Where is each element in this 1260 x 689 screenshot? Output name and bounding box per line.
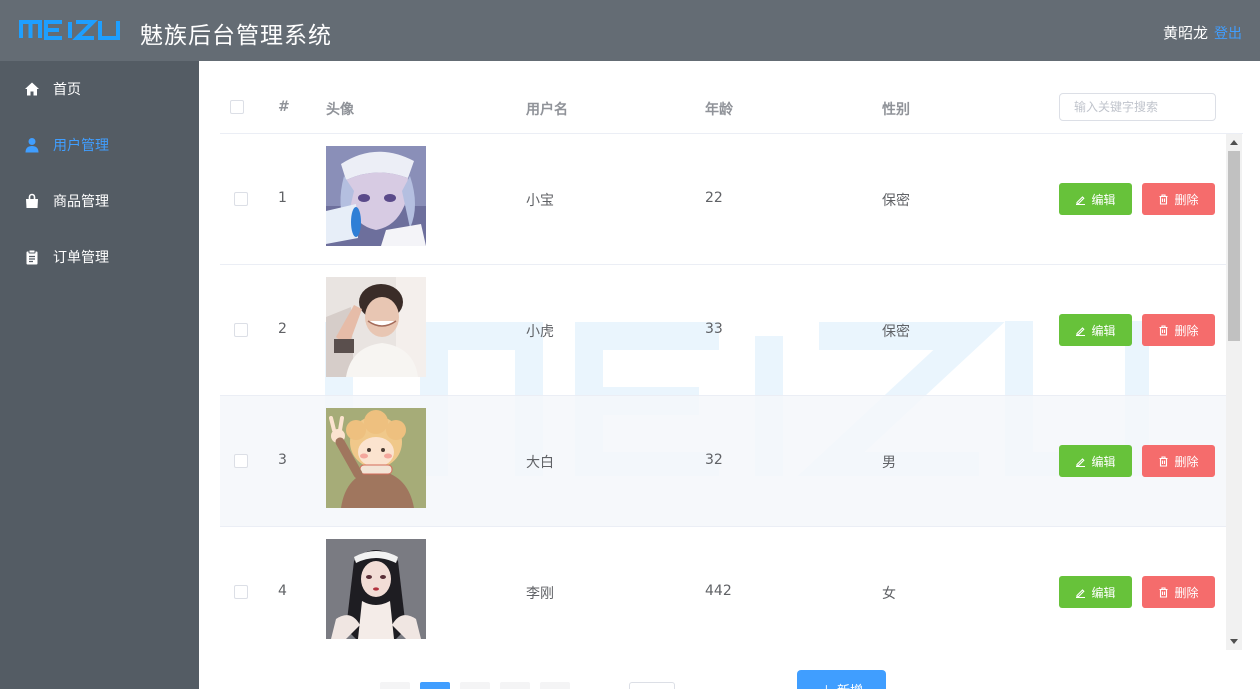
row-gender: 保密: [882, 324, 910, 340]
edit-button[interactable]: 编辑: [1059, 445, 1132, 477]
scrollbar-thumb[interactable]: [1228, 151, 1240, 341]
edit-button[interactable]: 编辑: [1059, 314, 1132, 346]
row-username: 李刚: [526, 586, 554, 602]
delete-button-label: 删除: [1174, 585, 1199, 600]
table-header: # 头像 用户名 年龄 性别: [220, 89, 1243, 134]
edit-button[interactable]: 编辑: [1059, 183, 1132, 215]
row-gender: 女: [882, 586, 896, 602]
row-checkbox[interactable]: [234, 323, 248, 337]
add-button-label: ＋ 新增: [820, 680, 863, 689]
scroll-down-arrow-icon[interactable]: [1230, 639, 1238, 644]
row-index: 3: [278, 452, 287, 468]
column-header-index: #: [278, 99, 290, 115]
edit-icon: [1075, 194, 1086, 205]
row-gender: 保密: [882, 193, 910, 209]
row-age: 442: [705, 583, 732, 599]
pagination-prev-button[interactable]: [380, 682, 410, 689]
sidebar-item-products[interactable]: 商品管理: [0, 173, 199, 229]
row-checkbox[interactable]: [234, 192, 248, 206]
pagination-page[interactable]: [460, 682, 490, 689]
pagination-next-button[interactable]: [540, 682, 570, 689]
trash-icon: [1158, 193, 1169, 205]
meizu-logo: [19, 20, 120, 40]
edit-icon: [1075, 456, 1086, 467]
pagination-page[interactable]: [500, 682, 530, 689]
edit-button-label: 编辑: [1091, 585, 1116, 600]
sidebar: 首页 用户管理 商品管理 订单管理: [0, 61, 199, 689]
select-all-checkbox[interactable]: [230, 100, 244, 114]
edit-button[interactable]: 编辑: [1059, 576, 1132, 608]
trash-icon: [1158, 455, 1169, 467]
add-user-button[interactable]: ＋ 新增: [797, 670, 886, 689]
avatar: [326, 408, 426, 508]
sidebar-item-label: 用户管理: [53, 138, 109, 154]
row-age: 32: [705, 452, 723, 468]
home-icon: [24, 81, 40, 97]
column-header-avatar: 头像: [326, 102, 354, 118]
column-header-username: 用户名: [526, 102, 568, 118]
row-index: 2: [278, 321, 287, 337]
table-row: 3 大白 32 男 编辑 删除: [220, 396, 1226, 527]
delete-button[interactable]: 删除: [1142, 445, 1215, 477]
row-age: 22: [705, 190, 723, 206]
delete-button-label: 删除: [1174, 192, 1199, 207]
logout-link[interactable]: 登出: [1214, 23, 1242, 43]
sidebar-item-label: 商品管理: [53, 194, 109, 210]
trash-icon: [1158, 324, 1169, 336]
delete-button-label: 删除: [1174, 454, 1199, 469]
row-checkbox[interactable]: [234, 585, 248, 599]
scroll-up-arrow-icon[interactable]: [1230, 140, 1238, 145]
clipboard-icon: [24, 249, 40, 265]
avatar: [326, 277, 426, 377]
avatar: [326, 146, 426, 246]
sidebar-item-orders[interactable]: 订单管理: [0, 229, 199, 285]
row-index: 4: [278, 583, 287, 599]
sidebar-item-users[interactable]: 用户管理: [0, 117, 199, 173]
row-checkbox[interactable]: [234, 454, 248, 468]
table-scrollbar[interactable]: [1226, 134, 1242, 650]
edit-icon: [1075, 587, 1086, 598]
shopping-bag-icon: [24, 193, 40, 209]
table-row: 1 小宝 22 保密 编辑 删除: [220, 134, 1226, 265]
search-input[interactable]: [1059, 93, 1216, 121]
edit-icon: [1075, 325, 1086, 336]
delete-button[interactable]: 删除: [1142, 183, 1215, 215]
row-age: 33: [705, 321, 723, 337]
delete-button[interactable]: 删除: [1142, 314, 1215, 346]
row-gender: 男: [882, 455, 896, 471]
sidebar-item-label: 订单管理: [53, 250, 109, 266]
column-header-gender: 性别: [882, 102, 910, 118]
user-name: 黄昭龙: [1162, 24, 1208, 42]
table-body: 1 小宝 22 保密 编辑 删除 2 小虎 33 保密 编辑 删除 3 大白 3…: [220, 134, 1226, 650]
edit-button-label: 编辑: [1091, 192, 1116, 207]
row-username: 大白: [526, 455, 554, 471]
sidebar-item-home[interactable]: 首页: [0, 61, 199, 117]
table-row: 4 李刚 442 女 编辑 删除: [220, 527, 1226, 650]
delete-button-label: 删除: [1174, 323, 1199, 338]
row-username: 小宝: [526, 193, 554, 209]
avatar: [326, 539, 426, 639]
edit-button-label: 编辑: [1091, 454, 1116, 469]
pagination: [199, 682, 679, 689]
app-title: 魅族后台管理系统: [140, 23, 332, 49]
trash-icon: [1158, 586, 1169, 598]
row-username: 小虎: [526, 324, 554, 340]
delete-button[interactable]: 删除: [1142, 576, 1215, 608]
sidebar-item-label: 首页: [53, 82, 81, 98]
app-header: 魅族后台管理系统 黄昭龙 登出: [0, 0, 1260, 61]
main-content: # 头像 用户名 年龄 性别 1: [199, 61, 1260, 689]
column-header-age: 年龄: [705, 102, 733, 118]
edit-button-label: 编辑: [1091, 323, 1116, 338]
row-index: 1: [278, 190, 287, 206]
pagination-page-current[interactable]: [420, 682, 450, 689]
pagination-jump-input[interactable]: [629, 682, 675, 689]
table-row: 2 小虎 33 保密 编辑 删除: [220, 265, 1226, 396]
user-icon: [24, 137, 40, 153]
